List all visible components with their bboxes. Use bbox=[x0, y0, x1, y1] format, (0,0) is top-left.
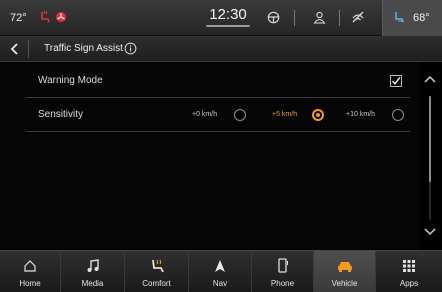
nav-label: Comfort bbox=[142, 279, 171, 288]
scroll-down-button[interactable] bbox=[422, 225, 438, 239]
nav-label: Vehicle bbox=[331, 279, 358, 288]
clock-underline bbox=[206, 25, 250, 27]
passenger-temperature[interactable]: 68° bbox=[413, 12, 430, 24]
sensitivity-label: Sensitivity bbox=[38, 109, 84, 120]
sensitivity-row: Sensitivity +0 km/h +5 km/h +10 km/h bbox=[26, 98, 410, 132]
navigation-arrow-icon bbox=[211, 258, 229, 274]
nav-nav[interactable]: Nav bbox=[189, 251, 252, 292]
driver-temperature[interactable]: 72° bbox=[10, 12, 27, 24]
comfort-seat-icon bbox=[148, 258, 166, 274]
settings-list: Warning Mode Sensitivity +0 km/h +5 km/h… bbox=[0, 62, 420, 250]
warning-mode-row[interactable]: Warning Mode bbox=[26, 64, 410, 98]
sensitivity-radio-5[interactable] bbox=[312, 109, 324, 121]
bottom-nav: Home Media Comfort Nav Phone Vehicle App… bbox=[0, 250, 442, 292]
scrollbar[interactable] bbox=[429, 96, 431, 220]
nav-vehicle[interactable]: Vehicle bbox=[314, 251, 376, 292]
grid-icon bbox=[400, 258, 418, 274]
status-divider bbox=[339, 10, 340, 26]
nav-media[interactable]: Media bbox=[61, 251, 125, 292]
sensitivity-radio-0[interactable] bbox=[234, 109, 246, 121]
phone-icon bbox=[274, 258, 292, 274]
nav-label: Nav bbox=[212, 279, 228, 288]
nav-label: Apps bbox=[399, 279, 419, 288]
page-title: Traffic Sign Assist bbox=[44, 43, 123, 54]
page-header: Traffic Sign Assist bbox=[0, 36, 442, 62]
no-wifi-icon[interactable] bbox=[349, 8, 367, 26]
car-icon bbox=[336, 258, 354, 274]
music-note-icon bbox=[84, 258, 102, 274]
user-icon[interactable] bbox=[310, 8, 328, 26]
nav-comfort[interactable]: Comfort bbox=[125, 251, 189, 292]
header-divider bbox=[28, 40, 29, 58]
sensitivity-option-label[interactable]: +0 km/h bbox=[192, 111, 217, 118]
checkmark-icon bbox=[391, 77, 401, 85]
scrollbar-thumb[interactable] bbox=[429, 96, 431, 182]
nav-apps[interactable]: Apps bbox=[376, 251, 442, 292]
steering-wheel-icon[interactable] bbox=[264, 8, 282, 26]
warning-mode-checkbox[interactable] bbox=[390, 75, 402, 87]
home-icon bbox=[21, 258, 39, 274]
info-icon[interactable] bbox=[124, 42, 137, 55]
nav-phone[interactable]: Phone bbox=[252, 251, 314, 292]
seat-vent-icon[interactable] bbox=[390, 8, 408, 26]
fan-icon[interactable] bbox=[52, 8, 70, 26]
chevron-left-icon bbox=[10, 43, 18, 55]
chevron-up-icon bbox=[424, 75, 436, 83]
status-divider bbox=[294, 10, 295, 26]
nav-label: Phone bbox=[270, 279, 295, 288]
nav-home[interactable]: Home bbox=[0, 251, 61, 292]
status-bar: 72° 12:30 68° bbox=[0, 0, 442, 36]
chevron-down-icon bbox=[424, 228, 436, 236]
clock: 12:30 bbox=[209, 6, 247, 23]
sensitivity-option-label[interactable]: +5 km/h bbox=[272, 111, 297, 118]
sensitivity-option-label[interactable]: +10 km/h bbox=[346, 111, 375, 118]
nav-label: Home bbox=[19, 279, 41, 288]
nav-label: Media bbox=[81, 279, 104, 288]
back-button[interactable] bbox=[4, 38, 26, 60]
warning-mode-label: Warning Mode bbox=[38, 75, 103, 86]
scroll-up-button[interactable] bbox=[422, 72, 438, 86]
sensitivity-radio-10[interactable] bbox=[392, 109, 404, 121]
